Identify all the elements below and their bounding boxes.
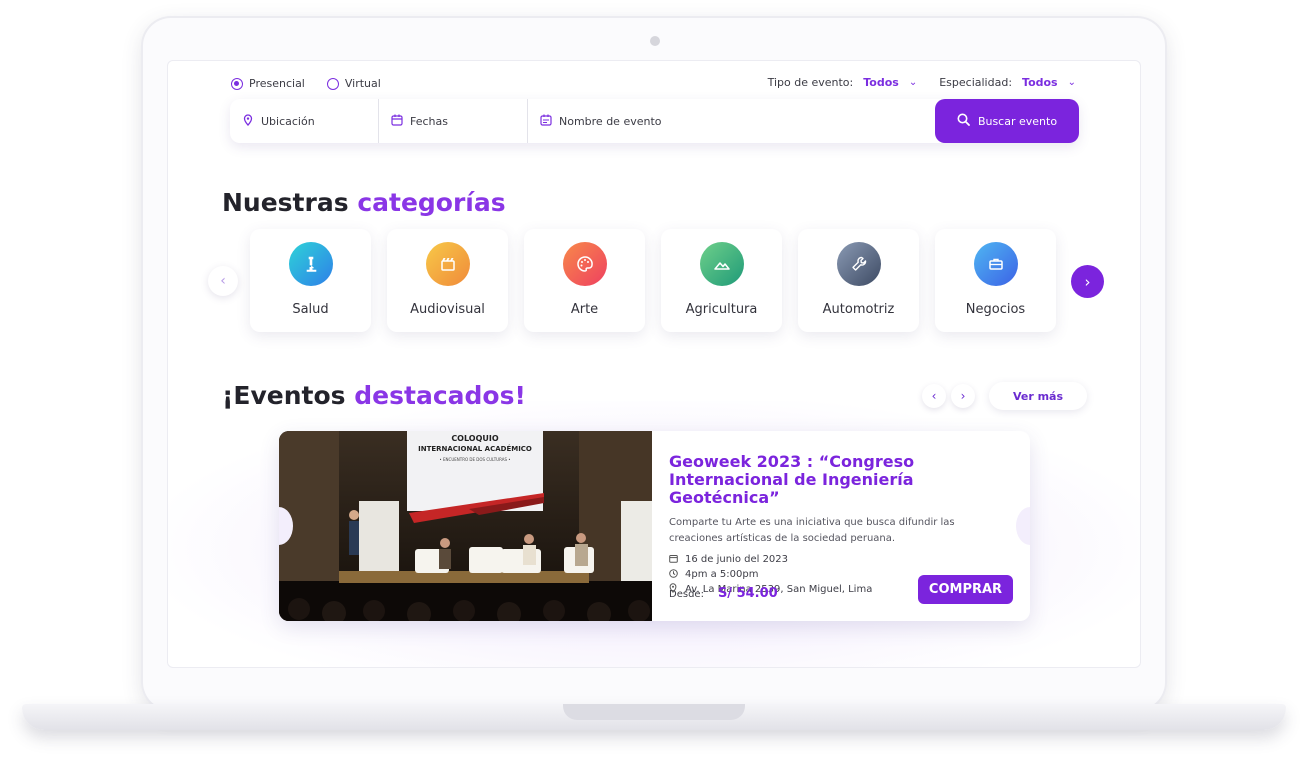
location-placeholder: Ubicación <box>261 114 315 128</box>
event-time: 4pm a 5:00pm <box>685 569 759 580</box>
chevron-right-icon: › <box>960 389 966 403</box>
category-label: Automotriz <box>822 302 895 317</box>
dates-field[interactable]: Fechas <box>379 99 528 143</box>
price-label: Desde: <box>669 589 704 600</box>
category-card-negocios[interactable]: Negocios <box>935 229 1056 332</box>
search-bar: Ubicación Fechas Nombre de evento Buscar… <box>230 99 1079 143</box>
banner-line3: • ENCUENTRO DE DOS CULTURAS • <box>439 457 510 462</box>
category-card-agricultura[interactable]: Agricultura <box>661 229 782 332</box>
search-event-button[interactable]: Buscar evento <box>935 99 1079 143</box>
search-button-label: Buscar evento <box>977 114 1058 128</box>
event-description: Comparte tu Arte es una iniciativa que b… <box>669 517 955 544</box>
wrench-icon <box>836 242 881 286</box>
chevron-down-icon[interactable]: ⌄ <box>1068 77 1076 88</box>
event-title-line2: Internacional de Ingeniería Geotécnica” <box>669 470 914 507</box>
radio-presencial[interactable]: Presencial <box>231 77 305 90</box>
event-name-placeholder: Nombre de evento <box>559 114 662 128</box>
specialty-value[interactable]: Todos <box>1022 76 1058 89</box>
events-heading-accent: destacados! <box>354 381 526 410</box>
chevron-down-icon[interactable]: ⌄ <box>909 77 917 88</box>
clapperboard-icon <box>425 242 470 286</box>
price-row: Desde: S/ 54.00 <box>669 586 778 601</box>
briefcase-icon <box>973 242 1018 286</box>
event-type-label: Tipo de evento: <box>767 76 854 89</box>
banner-line1: COLOQUIO <box>451 434 499 443</box>
category-label: Agricultura <box>685 302 758 317</box>
event-type-value[interactable]: Todos <box>863 76 899 89</box>
event-date: 16 de junio del 2023 <box>685 554 789 565</box>
categories-carousel: Salud Audiovisual Arte Agricultura Autom… <box>250 229 1056 332</box>
calendar-icon <box>669 554 679 566</box>
category-card-automotriz[interactable]: Automotriz <box>798 229 919 332</box>
categories-heading-main: Nuestras <box>222 188 349 217</box>
specialty-label: Especialidad: <box>939 76 1013 89</box>
calendar-list-icon <box>540 114 552 129</box>
landscape-icon <box>699 242 744 286</box>
radio-virtual[interactable]: Virtual <box>326 77 381 90</box>
chevron-left-icon: ‹ <box>931 389 937 403</box>
buy-button[interactable]: COMPRAR <box>918 575 1013 604</box>
event-photo: COLOQUIO INTERNACIONAL ACADÉMICO • ENCUE… <box>279 431 652 621</box>
ticket-notch-right <box>1016 507 1030 545</box>
mode-radio-group: Presencial Virtual <box>231 77 381 90</box>
categories-prev-button[interactable]: ‹ <box>208 266 238 296</box>
events-prev-button[interactable]: ‹ <box>922 384 946 408</box>
events-heading-main: ¡Eventos <box>222 381 346 410</box>
radio-label: Presencial <box>249 77 305 90</box>
chevron-left-icon: ‹ <box>220 273 226 289</box>
price-value: S/ 54.00 <box>717 586 778 601</box>
filter-dropdowns: Tipo de evento: Todos ⌄ Especialidad: To… <box>768 76 1076 89</box>
category-card-salud[interactable]: Salud <box>250 229 371 332</box>
category-label: Arte <box>570 302 599 317</box>
chevron-right-icon: › <box>1084 272 1091 291</box>
featured-event-card[interactable]: COLOQUIO INTERNACIONAL ACADÉMICO • ENCUE… <box>279 431 1030 621</box>
screen: Presencial Virtual Tipo de evento: Todos… <box>167 60 1141 668</box>
categories-heading: Nuestras categorías <box>222 188 506 217</box>
clock-icon <box>669 568 679 581</box>
category-label: Negocios <box>965 302 1026 317</box>
radio-unchecked-icon[interactable] <box>326 77 339 90</box>
microscope-icon <box>288 242 333 286</box>
categories-next-button[interactable]: › <box>1071 265 1104 298</box>
calendar-icon <box>391 114 403 129</box>
location-pin-icon <box>242 113 254 129</box>
search-icon <box>957 113 970 129</box>
category-card-audiovisual[interactable]: Audiovisual <box>387 229 508 332</box>
category-card-arte[interactable]: Arte <box>524 229 645 332</box>
banner-line2: INTERNACIONAL ACADÉMICO <box>418 444 532 453</box>
event-type-dropdown[interactable]: Tipo de evento: Todos ⌄ <box>768 76 918 89</box>
palette-icon <box>562 242 607 286</box>
event-title-line1: Geoweek 2023 : “Congreso <box>669 452 915 471</box>
category-label: Audiovisual <box>410 302 485 317</box>
camera-dot <box>650 36 660 46</box>
categories-heading-accent: categorías <box>357 188 506 217</box>
radio-checked-icon[interactable] <box>231 77 243 90</box>
laptop-base-notch <box>563 704 745 720</box>
category-label: Salud <box>292 302 329 317</box>
see-more-button[interactable]: Ver más <box>989 382 1087 410</box>
events-next-button[interactable]: › <box>951 384 975 408</box>
event-date-row: 16 de junio del 2023 <box>669 552 1009 567</box>
events-heading: ¡Eventos destacados! <box>222 381 526 410</box>
location-field[interactable]: Ubicación <box>230 99 379 143</box>
event-name-field[interactable]: Nombre de evento <box>528 99 935 143</box>
radio-label: Virtual <box>344 77 381 90</box>
dates-placeholder: Fechas <box>410 114 448 128</box>
event-title[interactable]: Geoweek 2023 : “Congreso Internacional d… <box>669 453 1009 507</box>
specialty-dropdown[interactable]: Especialidad: Todos ⌄ <box>939 76 1076 89</box>
